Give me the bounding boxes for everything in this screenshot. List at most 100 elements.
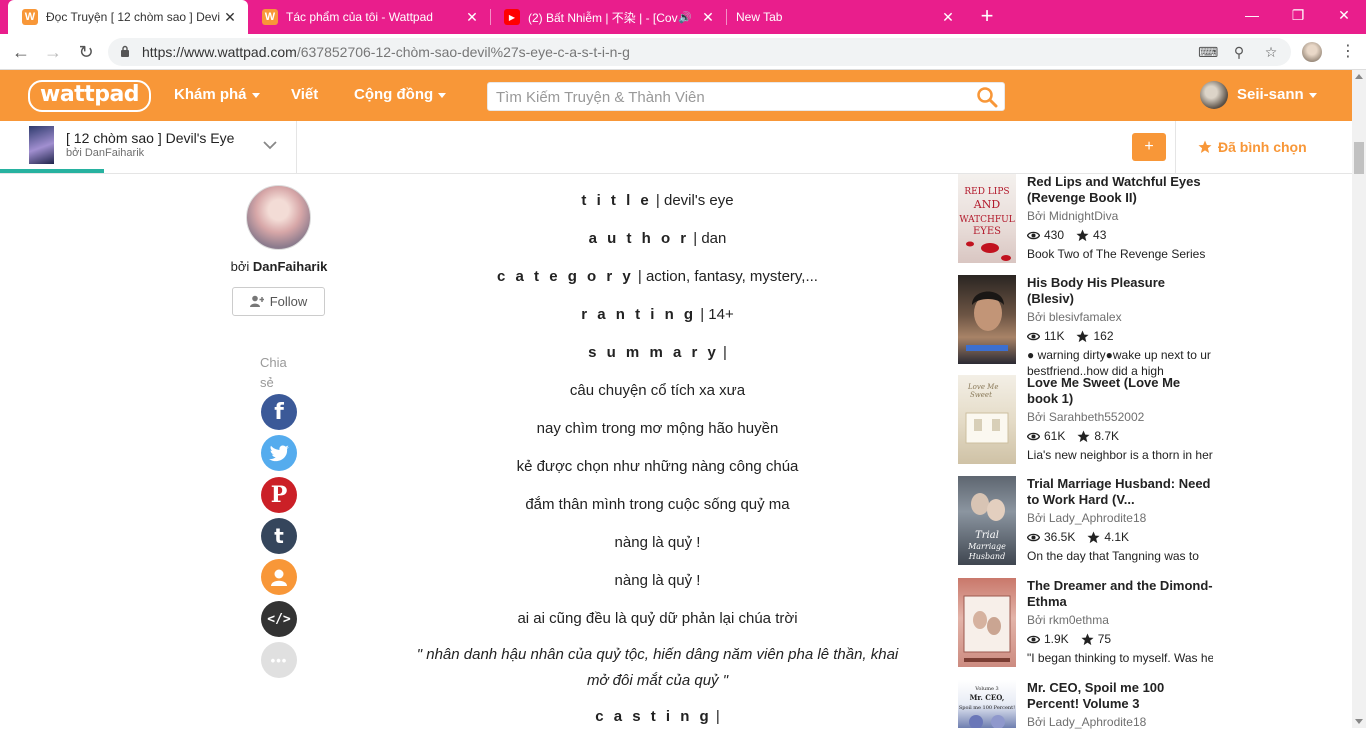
scroll-down-icon[interactable] [1355, 719, 1363, 724]
user-avatar[interactable] [1200, 81, 1228, 109]
votes-count: 75 [1097, 632, 1112, 646]
embed-code-icon[interactable]: </> [261, 601, 297, 637]
summary-value: | [718, 344, 727, 361]
audio-playing-icon[interactable]: 🔊 [678, 11, 692, 24]
rec-title[interactable]: The Dreamer and the Dimond-Ethma [1027, 578, 1213, 610]
rec-title[interactable]: Love Me Sweet (Love Me book 1) [1027, 375, 1213, 407]
minimize-icon[interactable]: — [1229, 0, 1275, 30]
vote-button[interactable]: Đã bình chọn [1198, 139, 1307, 155]
tab-youtube[interactable]: ▶ (2) Bất Nhiễm | 不染 | - [Cove 🔊 ✕ [490, 0, 726, 34]
pinterest-share-icon[interactable]: P [261, 477, 297, 513]
tumblr-share-icon[interactable]: t [261, 518, 297, 554]
story-line: câu chuyện cổ tích xa xưa [569, 382, 746, 399]
votes-count: 4.1K [1104, 530, 1130, 544]
maximize-icon[interactable]: ❐ [1275, 0, 1321, 30]
story-line: kẻ được chọn như những nàng công chúa [516, 458, 799, 475]
tab-my-works[interactable]: W Tác phẩm của tôi - Wattpad ✕ [248, 0, 490, 34]
story-cover[interactable]: RED LIPS AND WATCHFUL EYES [958, 174, 1016, 263]
dreamer-cover-art [963, 595, 1011, 662]
svg-text:WATCHFUL: WATCHFUL [959, 215, 1014, 225]
close-tab-icon[interactable]: ✕ [220, 9, 240, 26]
chrome-menu-icon[interactable]: ⋮ [1338, 42, 1358, 62]
zoom-icon[interactable]: ⚲ [1230, 43, 1248, 61]
nav-community[interactable]: Cộng đồng [354, 86, 447, 103]
add-to-list-button[interactable]: + [1132, 133, 1166, 161]
rec-author[interactable]: Bởi blesivfamalex [1027, 309, 1213, 325]
translate-icon[interactable]: ⌨ [1198, 43, 1218, 61]
rec-stats: 36.5K 4.1K [1027, 529, 1213, 545]
votes-count: 43 [1093, 228, 1107, 242]
follow-label: Follow [269, 294, 308, 309]
back-icon[interactable]: ← [10, 41, 32, 63]
svg-text:AND: AND [973, 198, 1001, 211]
omnibox[interactable]: https://www.wattpad.com/637852706-12-chò… [108, 38, 1291, 66]
facebook-share-icon[interactable]: f [261, 394, 297, 430]
rec-author[interactable]: Bởi MidnightDiva [1027, 208, 1213, 224]
story-line: nàng là quỷ ! [614, 572, 701, 589]
page-scrollbar[interactable] [1352, 70, 1366, 728]
divider [296, 121, 297, 173]
close-tab-icon[interactable]: ✕ [698, 9, 718, 26]
search-icon[interactable] [976, 86, 998, 108]
close-tab-icon[interactable]: ✕ [462, 9, 482, 26]
close-tab-icon[interactable]: ✕ [938, 9, 958, 26]
nav-discover-label: Khám phá [174, 86, 247, 103]
new-tab-button[interactable]: + [976, 5, 998, 27]
story-cover[interactable] [958, 275, 1016, 364]
story-cover[interactable]: Love Me Sweet [958, 375, 1016, 464]
forward-icon[interactable]: → [42, 41, 64, 63]
rec-author[interactable]: Bởi rkm0ethma [1027, 612, 1213, 628]
story-line: đắm thân mình trong cuộc sống quỷ ma [525, 496, 790, 513]
story-title[interactable]: [ 12 chòm sao ] Devil's Eye [66, 130, 234, 146]
eye-icon [1027, 332, 1040, 340]
follow-button[interactable]: Follow [232, 287, 325, 316]
rec-title[interactable]: Mr. CEO, Spoil me 100 Percent! Volume 3 [1027, 680, 1213, 712]
rec-stats: 1.9K 75 [1027, 631, 1213, 647]
rec-title[interactable]: His Body His Pleasure (Blesiv) [1027, 275, 1213, 307]
rec-title[interactable]: Trial Marriage Husband: Need to Work Har… [1027, 476, 1213, 508]
chrome-profile-avatar[interactable] [1302, 42, 1322, 62]
room-cover-art: Love MeSweet [965, 383, 1009, 444]
browser-tab-bar: W Đọc Truyện [ 12 chòm sao ] Devil ✕ W T… [0, 0, 1366, 34]
rec-author[interactable]: Bởi Sarahbeth552002 [1027, 409, 1213, 425]
chevron-down-icon [251, 92, 260, 98]
reload-icon[interactable]: ↻ [75, 41, 97, 63]
wattpad-logo[interactable]: wattpad [28, 80, 152, 112]
story-cover-thumbnail[interactable] [29, 126, 54, 164]
story-cover[interactable]: Trial Marriage Husband [958, 476, 1016, 565]
tab-reading[interactable]: W Đọc Truyện [ 12 chòm sao ] Devil ✕ [8, 0, 248, 34]
more-options-icon[interactable]: ••• [261, 642, 297, 678]
meta-title: t i t l e | devil's eye [410, 186, 905, 224]
meta-category: c a t e g o r y | action, fantasy, myste… [410, 262, 905, 300]
author-avatar[interactable] [246, 185, 311, 250]
divider [1175, 121, 1176, 173]
story-cover[interactable]: Volume 3 Mr. CEO, Spoil me 100 Percent! [958, 680, 1016, 729]
story-toolbar: [ 12 chòm sao ] Devil's Eye bởi DanFaiha… [0, 121, 1352, 174]
rec-description: "I began thinking to myself. Was he [1027, 651, 1213, 665]
svg-text:Mr. CEO,: Mr. CEO, [970, 693, 1005, 702]
pinterest-glyph: P [270, 482, 288, 508]
by-prefix: bởi [230, 259, 250, 274]
scrollbar-thumb[interactable] [1354, 142, 1364, 174]
story-quote: " nhân danh hậu nhân của quỷ tộc, hiến d… [416, 646, 899, 689]
user-menu[interactable]: Seii-sann [1237, 86, 1317, 103]
meta-summary: s u m m a r y | [410, 338, 905, 376]
search-input[interactable] [496, 87, 966, 107]
rec-title[interactable]: Red Lips and Watchful Eyes (Revenge Book… [1027, 174, 1213, 206]
bookmark-star-icon[interactable]: ☆ [1262, 43, 1280, 61]
ranting-value: | 14+ [696, 306, 734, 323]
eye-icon [1027, 231, 1040, 239]
chevron-down-icon[interactable] [262, 137, 278, 153]
story-cover[interactable] [958, 578, 1016, 667]
scroll-up-icon[interactable] [1355, 74, 1363, 79]
nav-discover[interactable]: Khám phá [174, 86, 260, 103]
author-name[interactable]: DanFaiharik [253, 259, 327, 274]
close-window-icon[interactable]: ✕ [1321, 0, 1366, 30]
tab-new[interactable]: New Tab ✕ [726, 0, 966, 34]
tab-title: Tác phẩm của tôi - Wattpad [286, 10, 433, 24]
nav-write[interactable]: Viết [291, 86, 318, 103]
rec-author[interactable]: Bởi Lady_Aphrodite18 [1027, 510, 1213, 526]
profile-share-icon[interactable] [261, 559, 297, 595]
twitter-share-icon[interactable] [261, 435, 297, 471]
tab-title: New Tab [736, 10, 783, 24]
